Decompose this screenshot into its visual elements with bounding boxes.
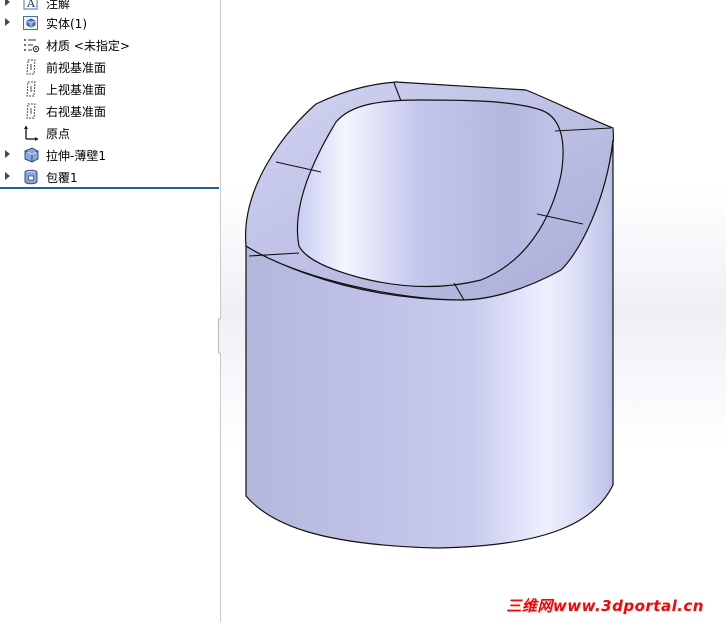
tree-item-top-plane[interactable]: 上视基准面 xyxy=(0,78,220,100)
graphics-viewport[interactable]: 三维网www.3dportal.cn xyxy=(221,0,726,622)
plane-icon xyxy=(26,81,36,97)
tree-item-front-plane[interactable]: 前视基准面 xyxy=(0,56,220,78)
annotation-icon: A xyxy=(23,0,38,10)
model-render xyxy=(244,81,615,549)
material-icon xyxy=(24,39,40,53)
origin-icon xyxy=(24,125,39,141)
plane-icon xyxy=(26,59,36,75)
tree-item-label: 注解 xyxy=(46,0,71,11)
tree-item-label: 前视基准面 xyxy=(46,61,107,75)
tree-item-wrap[interactable]: 包覆1 xyxy=(0,166,220,188)
wrap-icon xyxy=(24,169,38,185)
tree-item-label: 上视基准面 xyxy=(46,83,107,97)
tree-item-label: 实体(1) xyxy=(46,17,87,31)
tree-item-label: 拉伸-薄壁1 xyxy=(46,149,106,163)
tree-item-label: 原点 xyxy=(46,127,71,141)
tree-item-origin[interactable]: 原点 xyxy=(0,122,220,144)
tree-bottom-separator xyxy=(0,187,219,189)
plane-icon xyxy=(26,103,36,119)
expand-arrow-icon[interactable] xyxy=(5,172,10,180)
svg-text:A: A xyxy=(26,0,36,10)
tree-item-extrude-thin[interactable]: 拉伸-薄壁1 xyxy=(0,144,220,166)
tree-item-label: 右视基准面 xyxy=(46,105,107,119)
tree-item-solid-bodies[interactable]: 实体(1) xyxy=(0,12,220,34)
extrude-thin-icon xyxy=(24,147,39,163)
feature-manager-tree: A 注解 实体(1) 材质 <未指定> 前视基准面 上视基准面 右视基准面 原点… xyxy=(0,0,221,622)
expand-arrow-icon[interactable] xyxy=(5,150,10,158)
tree-item-material[interactable]: 材质 <未指定> xyxy=(0,34,220,56)
tree-item-label: 包覆1 xyxy=(46,171,78,185)
expand-arrow-icon[interactable] xyxy=(5,18,10,26)
expand-arrow-icon[interactable] xyxy=(5,0,10,6)
tree-item-label: 材质 <未指定> xyxy=(46,39,130,53)
solid-bodies-icon xyxy=(23,16,38,30)
tree-item-right-plane[interactable]: 右视基准面 xyxy=(0,100,220,122)
watermark-text: 三维网www.3dportal.cn xyxy=(506,597,704,615)
